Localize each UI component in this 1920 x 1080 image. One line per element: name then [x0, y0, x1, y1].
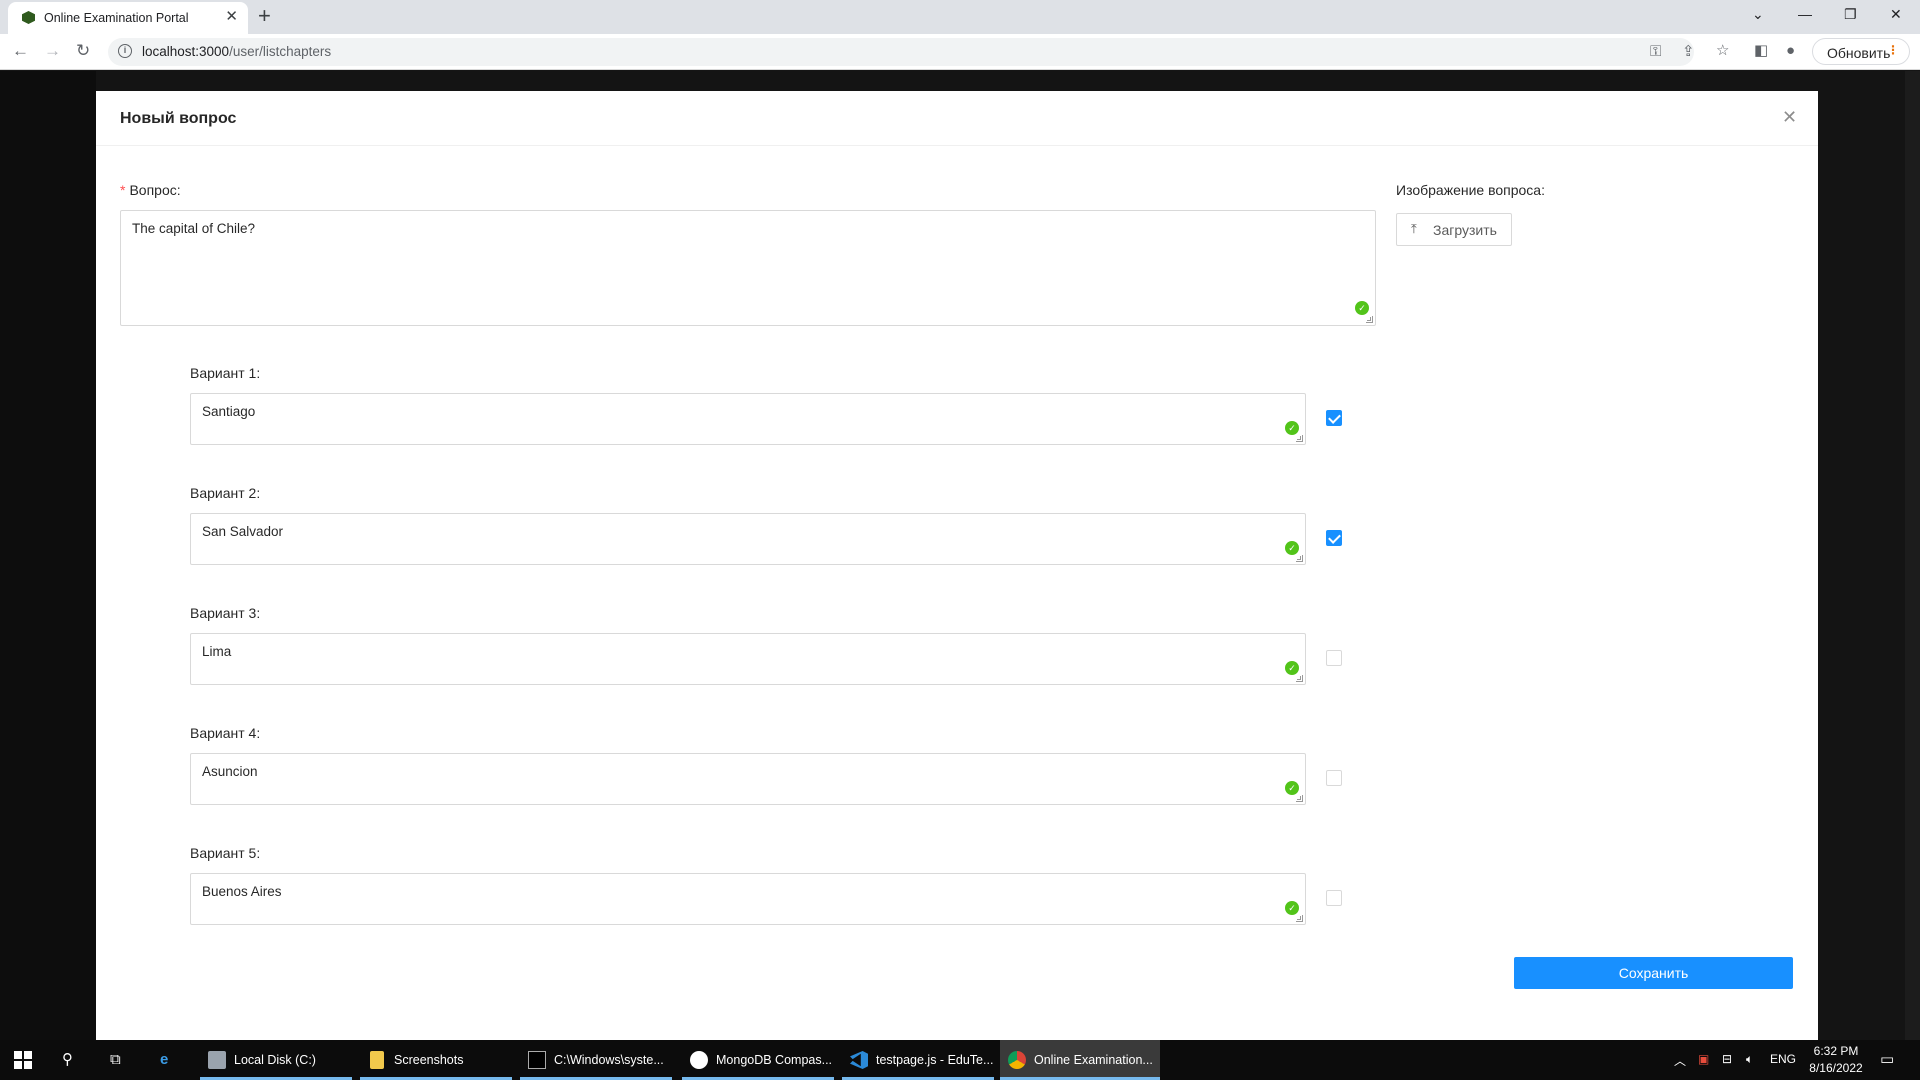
question-image-label: Изображение вопроса:	[1396, 182, 1545, 198]
security-icon[interactable]: ▣	[1698, 1052, 1709, 1066]
option-3-label: Вариант 3:	[190, 605, 261, 621]
vscode-icon	[850, 1051, 868, 1069]
tab-close-icon[interactable]: ✕	[225, 8, 238, 26]
taskbar-item-vscode[interactable]: testpage.js - EduTe...	[842, 1040, 994, 1080]
minimize-icon[interactable]: —	[1798, 5, 1812, 23]
option-5-value: Buenos Aires	[202, 884, 282, 899]
valid-check-icon: ✓	[1355, 301, 1369, 315]
valid-check-icon: ✓	[1285, 781, 1299, 795]
option-1-textarea[interactable]: Santiago ✓	[190, 393, 1306, 445]
option-1-correct-checkbox[interactable]	[1326, 410, 1342, 426]
valid-check-icon: ✓	[1285, 421, 1299, 435]
clock-time: 6:32 PM	[1813, 1044, 1859, 1058]
windows-taskbar: ⚲ ⧉ e Local Disk (C:) Screenshots C:\Win…	[0, 1040, 1920, 1080]
question-textarea[interactable]: The capital of Chile? ✓	[120, 210, 1376, 326]
chrome-icon	[1008, 1051, 1026, 1069]
search-icon[interactable]: ⚲	[62, 1050, 73, 1070]
option-5-label: Вариант 5:	[190, 845, 261, 861]
close-window-icon[interactable]: ✕	[1890, 5, 1902, 23]
tray-chevron-icon[interactable]: ︿	[1674, 1052, 1686, 1069]
task-view-icon[interactable]: ⧉	[110, 1050, 121, 1070]
taskbar-item-local-disk[interactable]: Local Disk (C:)	[200, 1040, 352, 1080]
option-2-correct-checkbox[interactable]	[1326, 530, 1342, 546]
folder-icon	[370, 1051, 384, 1069]
valid-check-icon: ✓	[1285, 901, 1299, 915]
option-4-textarea[interactable]: Asuncion ✓	[190, 753, 1306, 805]
valid-check-icon: ✓	[1285, 541, 1299, 555]
windows-start-icon[interactable]	[14, 1051, 32, 1069]
notifications-icon[interactable]: ▭	[1880, 1050, 1894, 1068]
drive-icon	[208, 1051, 226, 1069]
page-scrollbar[interactable]	[1905, 71, 1920, 1040]
network-icon[interactable]: ⊟	[1722, 1052, 1732, 1066]
app-sidebar-dimmed	[0, 71, 96, 1040]
forward-icon[interactable]: →	[44, 41, 61, 61]
browser-toolbar: ← → ↻ i localhost:3000/user/listchapters…	[0, 34, 1920, 70]
valid-check-icon: ✓	[1285, 661, 1299, 675]
taskbar-item-chrome[interactable]: Online Examination...	[1000, 1040, 1160, 1080]
option-2-textarea[interactable]: San Salvador ✓	[190, 513, 1306, 565]
option-3-correct-checkbox[interactable]	[1326, 650, 1342, 666]
resize-handle-icon[interactable]	[1366, 316, 1373, 323]
modal-title: Новый вопрос	[120, 110, 237, 127]
edge-icon[interactable]: e	[160, 1050, 168, 1070]
browser-tab[interactable]: Online Examination Portal ✕	[8, 2, 248, 34]
option-4-value: Asuncion	[202, 764, 258, 779]
language-indicator[interactable]: ENG	[1770, 1052, 1796, 1066]
share-icon[interactable]: ⇪	[1682, 43, 1695, 61]
option-3-textarea[interactable]: Lima ✓	[190, 633, 1306, 685]
clock-date: 8/16/2022	[1809, 1061, 1863, 1075]
volume-icon[interactable]: 🔈︎	[1746, 1052, 1753, 1067]
browser-tabbar: Online Examination Portal ✕ + ⌄ — ❐ ✕	[0, 0, 1920, 34]
resize-handle-icon[interactable]	[1296, 675, 1303, 682]
site-info-icon[interactable]: i	[118, 44, 132, 58]
clock[interactable]: 6:32 PM 8/16/2022	[1798, 1043, 1874, 1077]
site-favicon-icon	[22, 11, 35, 24]
option-1-label: Вариант 1:	[190, 365, 261, 381]
upload-icon: ⤒	[1411, 221, 1417, 236]
modal-header: Новый вопрос ✕	[96, 91, 1818, 146]
restore-icon[interactable]: ❐	[1844, 5, 1857, 23]
bookmark-star-icon[interactable]: ☆	[1716, 42, 1729, 60]
option-1-value: Santiago	[202, 404, 256, 419]
option-3-value: Lima	[202, 644, 232, 659]
new-tab-icon[interactable]: +	[258, 4, 271, 28]
resize-handle-icon[interactable]	[1296, 795, 1303, 802]
reload-icon[interactable]: ↻	[76, 41, 90, 61]
resize-handle-icon[interactable]	[1296, 435, 1303, 442]
profile-avatar-icon[interactable]: ●	[1786, 42, 1795, 60]
key-icon[interactable]: ⚿	[1650, 43, 1661, 61]
address-bar[interactable]: i localhost:3000/user/listchapters ⚿ ⇪	[108, 38, 1695, 66]
option-2-label: Вариант 2:	[190, 485, 261, 501]
close-icon[interactable]: ✕	[1782, 107, 1797, 127]
taskbar-item-terminal[interactable]: C:\Windows\syste...	[520, 1040, 672, 1080]
option-5-correct-checkbox[interactable]	[1326, 890, 1342, 906]
back-icon[interactable]: ←	[12, 41, 29, 61]
new-question-modal: Новый вопрос ✕ * Вопрос: The capital of C…	[96, 91, 1818, 1040]
side-panel-icon[interactable]: ◧	[1754, 42, 1768, 60]
menu-dots-icon[interactable]: ⋮	[1887, 43, 1899, 57]
terminal-icon	[528, 1051, 546, 1069]
mongodb-icon	[690, 1051, 708, 1069]
resize-handle-icon[interactable]	[1296, 915, 1303, 922]
question-value: The capital of Chile?	[132, 221, 256, 236]
save-button[interactable]: Сохранить	[1514, 957, 1793, 989]
option-5-textarea[interactable]: Buenos Aires ✓	[190, 873, 1306, 925]
tab-title: Online Examination Portal	[44, 11, 189, 25]
tab-search-icon[interactable]: ⌄	[1752, 5, 1764, 23]
taskbar-item-mongodb[interactable]: MongoDB Compas...	[682, 1040, 834, 1080]
taskbar-item-screenshots[interactable]: Screenshots	[360, 1040, 512, 1080]
option-4-correct-checkbox[interactable]	[1326, 770, 1342, 786]
update-button[interactable]: Обновить ⋮	[1812, 38, 1910, 65]
option-4-label: Вариант 4:	[190, 725, 261, 741]
question-label: * Вопрос:	[120, 182, 181, 198]
upload-button[interactable]: ⤒ Загрузить	[1396, 213, 1512, 246]
required-mark: *	[120, 182, 126, 198]
url-text[interactable]: localhost:3000/user/listchapters	[142, 44, 331, 59]
resize-handle-icon[interactable]	[1296, 555, 1303, 562]
option-2-value: San Salvador	[202, 524, 284, 539]
